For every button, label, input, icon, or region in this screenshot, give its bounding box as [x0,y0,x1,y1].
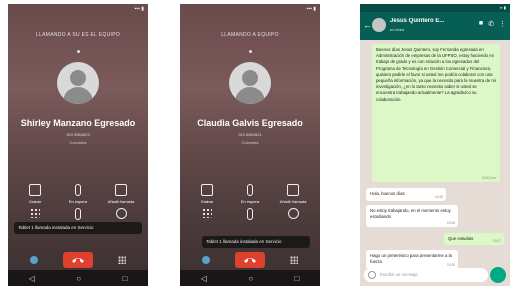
back-arrow-icon[interactable]: ← [363,20,372,30]
more-options-icon[interactable]: ⋮ [499,20,506,28]
status-icons: ▪▪▪ ▮ [134,6,144,12]
call-screen-shirley: ▪▪▪ ▮ LLAMANDO A SU ES EL EQUIPO Shirley… [8,4,148,286]
home-icon[interactable]: ○ [76,274,81,283]
phone-hangup-icon [244,258,256,263]
call-action-bar [8,250,148,270]
chat-message[interactable]: Hago un preterésico para presentarme a l… [366,250,458,269]
caller-location: Colombia [241,140,259,145]
chat-message[interactable]: No estoy trabajando, en el momento estoy… [366,205,458,227]
back-icon[interactable]: ◁ [29,274,35,283]
call-screen-claudia: ▪▪▪ ▮ LLAMANDO A EQUIPO Claudia Galvis E… [180,4,320,286]
add-call-icon [287,184,299,196]
video-call-icon[interactable]: ■ [479,20,483,28]
voice-call-icon[interactable]: ✆ [488,20,494,28]
mute-button[interactable] [235,208,265,223]
emoji-icon[interactable] [368,271,376,279]
contact-avatar-icon [57,62,99,104]
mic-button[interactable] [490,267,506,283]
message-input[interactable]: Escribir un mensaje [364,268,488,282]
contact-name[interactable]: Jesus Quintero E... [390,18,462,24]
status-bar: ▪▪▪ ▮ [180,4,320,14]
recents-icon[interactable]: □ [294,274,299,283]
chat-message[interactable]: Hola, buenos días 10:25 [366,188,446,201]
home-icon[interactable]: ○ [248,274,253,283]
recents-icon[interactable]: □ [122,274,127,283]
android-navbar: ◁ ○ □ [8,270,148,286]
record-button[interactable]: Grabar [20,184,50,204]
keypad-icon [30,208,40,218]
caller-number: 310 5564523 [66,132,90,137]
status-icons: ▪▪ ▮ [499,5,506,10]
contact-avatar[interactable] [372,18,386,32]
contact-status: en línea [390,27,405,32]
contacts-icon [287,208,299,219]
caller-name: Shirley Manzano Egresado [20,118,136,128]
back-icon[interactable]: ◁ [201,274,207,283]
record-icon [201,184,213,196]
call-indicator-dot [77,50,80,53]
header-actions: ■ ✆ ⋮ [479,20,506,28]
phone-hangup-icon [72,258,84,263]
call-controls-top: Grabar En espera Añadir llamada [20,184,136,204]
call-controls-top: Grabar En espera Añadir llamada [192,184,308,204]
mic-icon [75,208,81,220]
pause-icon [247,184,253,196]
android-navbar: ◁ ○ □ [180,270,320,286]
hang-up-button[interactable] [63,252,93,268]
keypad-button[interactable] [20,208,50,223]
caller-number: 310 5564521 [238,132,262,137]
caller-name: Claudia Galvis Egresado [197,118,303,128]
status-bar: ▪▪ ▮ [360,4,510,12]
status-icons: ▪▪▪ ▮ [306,6,316,12]
pause-icon [75,184,81,196]
call-controls-bottom [192,208,308,223]
record-button[interactable]: Grabar [192,184,222,204]
speaker-icon[interactable] [202,256,210,264]
chat-message[interactable]: Que estudias 10:27 [444,233,504,245]
mic-icon [247,208,253,220]
hang-up-button[interactable] [235,252,265,268]
chat-header: ← Jesus Quintero E... en línea ■ ✆ ⋮ [360,12,510,40]
call-indicator-dot [249,50,252,53]
mute-button[interactable] [63,208,93,223]
call-controls-bottom [20,208,136,223]
dialpad-icon[interactable] [118,256,126,264]
contacts-button[interactable] [278,208,308,223]
add-call-icon [115,184,127,196]
add-call-button[interactable]: Añadir llamada [106,184,136,204]
add-call-button[interactable]: Añadir llamada [278,184,308,204]
status-bar: ▪▪▪ ▮ [8,4,148,14]
dialpad-icon[interactable] [290,256,298,264]
chat-message[interactable]: Buenos días Jesus Quintero, soy Fernanda… [372,44,500,182]
call-action-bar [180,250,320,270]
keypad-icon [202,208,212,218]
contacts-button[interactable] [106,208,136,223]
whatsapp-chat-screen: ▪▪ ▮ ← Jesus Quintero E... en línea ■ ✆ … [360,4,510,286]
keypad-button[interactable] [192,208,222,223]
hold-button[interactable]: En espera [63,184,93,204]
toast-message: Tablet 1 llamada instalada en Servicio [202,236,310,248]
call-status-label: LLAMANDO A SU ES EL EQUIPO [35,32,121,38]
contacts-icon [115,208,127,219]
record-icon [29,184,41,196]
hold-button[interactable]: En espera [235,184,265,204]
speaker-icon[interactable] [30,256,38,264]
call-status-label: LLAMANDO A EQUIPO [221,32,279,38]
toast-message: Tablet 1 llamada instalada en Servicio [14,222,142,234]
caller-location: Colombia [69,140,87,145]
call-background [8,4,148,286]
contact-avatar-icon [229,62,271,104]
